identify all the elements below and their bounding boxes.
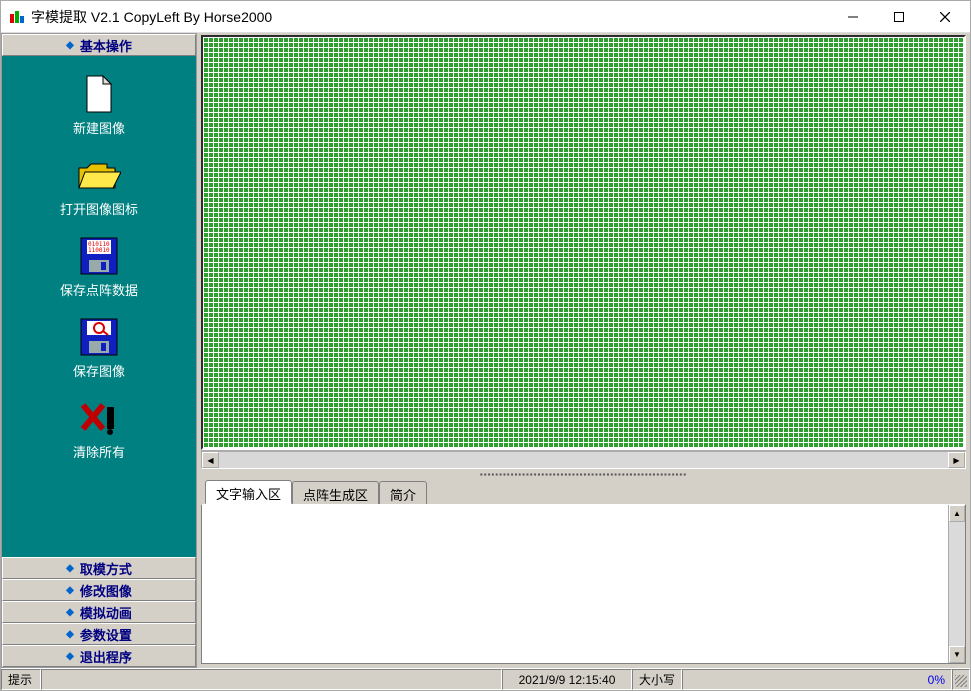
vertical-splitter[interactable]: ▪▪▪▪▪▪▪▪▪▪▪▪▪▪▪▪▪▪▪▪▪▪▪▪▪▪▪▪▪▪▪▪▪▪▪▪▪▪▪▪… bbox=[197, 470, 970, 478]
main-panel: ◀ ▶ ▪▪▪▪▪▪▪▪▪▪▪▪▪▪▪▪▪▪▪▪▪▪▪▪▪▪▪▪▪▪▪▪▪▪▪▪… bbox=[197, 33, 970, 668]
sidebar-btn-label: 修改图像 bbox=[80, 581, 132, 600]
status-caps: 大小写 bbox=[632, 669, 682, 690]
tab-content: ▲ ▼ bbox=[201, 504, 966, 664]
sidebar-item-label: 打开图像图标 bbox=[60, 199, 138, 218]
tab-label: 简介 bbox=[390, 488, 416, 503]
status-datetime: 2021/9/9 12:15:40 bbox=[502, 669, 632, 690]
scroll-up-arrow-icon[interactable]: ▲ bbox=[949, 505, 965, 522]
tab-about[interactable]: 简介 bbox=[379, 481, 427, 505]
sidebar-btn-label: 模拟动画 bbox=[80, 603, 132, 622]
vertical-scrollbar[interactable]: ▲ ▼ bbox=[948, 505, 965, 663]
tab-dotmatrix-output[interactable]: 点阵生成区 bbox=[292, 481, 379, 505]
tab-label: 文字输入区 bbox=[216, 487, 281, 502]
scroll-right-arrow-icon[interactable]: ▶ bbox=[948, 452, 965, 468]
sidebar-btn-label: 取模方式 bbox=[80, 559, 132, 578]
diamond-icon: ◆ bbox=[66, 607, 74, 618]
new-file-icon bbox=[75, 74, 123, 114]
sidebar-btn-extract-mode[interactable]: ◆ 取模方式 bbox=[2, 557, 196, 579]
scroll-left-arrow-icon[interactable]: ◀ bbox=[202, 452, 219, 468]
tab-strip: 文字输入区 点阵生成区 简介 bbox=[201, 480, 966, 504]
sidebar-bottom-menu: ◆ 取模方式 ◆ 修改图像 ◆ 模拟动画 ◆ 参数设置 ◆ 退出程序 bbox=[2, 557, 196, 667]
content-area: ◆ 基本操作 新建图像 打开图像图标 bbox=[1, 33, 970, 668]
status-bar: 提示 2021/9/9 12:15:40 大小写 0% bbox=[1, 668, 970, 690]
sidebar-item-label: 清除所有 bbox=[73, 442, 125, 461]
sidebar-btn-simulate-anim[interactable]: ◆ 模拟动画 bbox=[2, 601, 196, 623]
floppy-disk-icon bbox=[75, 317, 123, 357]
title-bar: 字模提取 V2.1 CopyLeft By Horse2000 bbox=[1, 1, 970, 33]
text-input-area[interactable] bbox=[202, 505, 948, 663]
status-hint-text bbox=[41, 669, 502, 690]
canvas-hscroll-row: ◀ ▶ bbox=[201, 450, 966, 468]
diamond-icon: ◆ bbox=[66, 563, 74, 574]
sidebar-header-label: 基本操作 bbox=[80, 36, 132, 55]
tab-label: 点阵生成区 bbox=[303, 488, 368, 503]
diamond-icon: ◆ bbox=[66, 629, 74, 640]
status-hint-label: 提示 bbox=[1, 669, 41, 690]
app-icon bbox=[9, 9, 25, 25]
diamond-icon: ◆ bbox=[66, 40, 74, 51]
maximize-button[interactable] bbox=[876, 2, 922, 32]
sidebar-item-new-image[interactable]: 新建图像 bbox=[73, 70, 125, 147]
pixel-grid bbox=[203, 37, 964, 448]
window-title: 字模提取 V2.1 CopyLeft By Horse2000 bbox=[31, 7, 830, 27]
folder-open-icon bbox=[75, 155, 123, 195]
sidebar-header-basic[interactable]: ◆ 基本操作 bbox=[2, 34, 196, 56]
sidebar-item-clear-all[interactable]: 清除所有 bbox=[73, 394, 125, 471]
sidebar-btn-exit[interactable]: ◆ 退出程序 bbox=[2, 645, 196, 667]
sidebar: ◆ 基本操作 新建图像 打开图像图标 bbox=[1, 33, 197, 668]
sidebar-item-label: 保存图像 bbox=[73, 361, 125, 380]
canvas-area: ◀ ▶ bbox=[197, 33, 970, 470]
sidebar-btn-label: 参数设置 bbox=[80, 625, 132, 644]
pixel-canvas[interactable] bbox=[201, 35, 966, 450]
diamond-icon: ◆ bbox=[66, 585, 74, 596]
horizontal-scrollbar[interactable]: ◀ ▶ bbox=[201, 451, 966, 469]
svg-text:110010: 110010 bbox=[88, 247, 110, 254]
sidebar-items: 新建图像 打开图像图标 010110110010 保存点阵数据 bbox=[2, 56, 196, 557]
sidebar-btn-param-settings[interactable]: ◆ 参数设置 bbox=[2, 623, 196, 645]
sidebar-btn-label: 退出程序 bbox=[80, 647, 132, 666]
close-button[interactable] bbox=[922, 2, 968, 32]
tabs-area: 文字输入区 点阵生成区 简介 ▲ ▼ bbox=[197, 478, 970, 668]
sidebar-item-label: 保存点阵数据 bbox=[60, 280, 138, 299]
sidebar-btn-modify-image[interactable]: ◆ 修改图像 bbox=[2, 579, 196, 601]
sidebar-item-save-image[interactable]: 保存图像 bbox=[73, 313, 125, 390]
sidebar-item-save-dotmatrix[interactable]: 010110110010 保存点阵数据 bbox=[60, 232, 138, 309]
minimize-button[interactable] bbox=[830, 2, 876, 32]
app-window: 字模提取 V2.1 CopyLeft By Horse2000 ◆ 基本操作 新… bbox=[0, 0, 971, 691]
diamond-icon: ◆ bbox=[66, 651, 74, 662]
delete-x-icon bbox=[75, 398, 123, 438]
tab-text-input[interactable]: 文字输入区 bbox=[205, 480, 292, 504]
sidebar-item-open-image[interactable]: 打开图像图标 bbox=[60, 151, 138, 228]
floppy-binary-icon: 010110110010 bbox=[75, 236, 123, 276]
scroll-down-arrow-icon[interactable]: ▼ bbox=[949, 646, 965, 663]
sidebar-item-label: 新建图像 bbox=[73, 118, 125, 137]
status-progress: 0% bbox=[682, 669, 952, 690]
resize-grip-icon[interactable] bbox=[952, 669, 970, 690]
